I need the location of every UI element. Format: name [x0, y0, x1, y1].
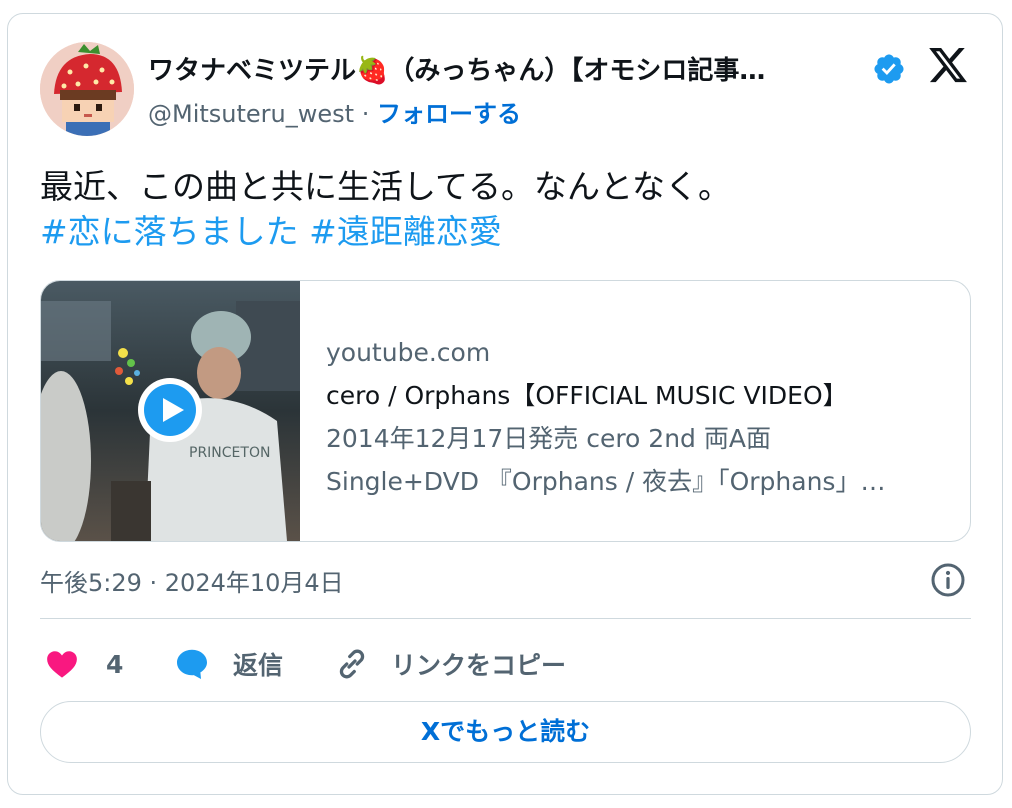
- avatar[interactable]: [40, 42, 134, 136]
- link-card-text: youtube.com cero / Orphans【OFFICIAL MUSI…: [326, 331, 885, 503]
- read-more-button[interactable]: Xでもっと読む: [40, 701, 971, 763]
- tweet-embed-card: ワタナベミツテル🍓（みっちゃん）【オモシロ記事… @Mitsuteru_west…: [7, 13, 1003, 795]
- author-display-name[interactable]: ワタナベミツテル🍓（みっちゃん）【オモシロ記事…: [148, 50, 868, 87]
- tweet-hashtags[interactable]: #恋に落ちました #遠距離恋愛: [40, 209, 731, 254]
- divider: [40, 618, 971, 619]
- copy-link-label: リンクをコピー: [391, 651, 567, 680]
- link-domain: youtube.com: [326, 338, 491, 367]
- link-icon: [339, 649, 365, 679]
- strawberry-hat-avatar-icon: [40, 42, 134, 136]
- svg-text:PRINCETON: PRINCETON: [189, 445, 270, 461]
- verified-badge-icon: [874, 54, 904, 84]
- tweet-body: 最近、この曲と共に生活してる。なんとなく。 #恋に落ちました #遠距離恋愛: [40, 164, 731, 254]
- like-count: 4: [106, 649, 124, 679]
- link-description-line2: Single+DVD 『Orphans / 夜去』「Orphans」…: [326, 467, 886, 496]
- follow-link[interactable]: フォローする: [377, 100, 521, 128]
- author-handle[interactable]: @Mitsuteru_west: [148, 100, 354, 128]
- x-logo-icon[interactable]: [926, 44, 970, 86]
- link-title: cero / Orphans【OFFICIAL MUSIC VIDEO】: [326, 381, 848, 410]
- separator-dot: ·: [361, 100, 370, 128]
- reply-label: 返信: [233, 651, 284, 680]
- play-icon[interactable]: [137, 377, 203, 443]
- link-preview-card[interactable]: PRINCETON youtube.com cero / Orphans【OFF…: [40, 280, 971, 542]
- heart-icon: [47, 651, 77, 678]
- like-button[interactable]: 4: [44, 644, 123, 684]
- tweet-timestamp[interactable]: 午後5:29 · 2024年10月4日: [40, 563, 344, 598]
- video-thumbnail[interactable]: PRINCETON: [41, 281, 300, 541]
- copy-link-button[interactable]: リンクをコピー: [333, 644, 566, 684]
- handle-row: @Mitsuteru_west · フォローする: [148, 94, 521, 129]
- tweet-text: 最近、この曲と共に生活してる。なんとなく。: [40, 167, 732, 206]
- info-icon[interactable]: [930, 562, 966, 598]
- link-description-line1: 2014年12月17日発売 cero 2nd 両A面: [326, 424, 771, 453]
- reply-button[interactable]: 返信: [173, 644, 283, 684]
- reply-bubble-icon: [177, 649, 207, 679]
